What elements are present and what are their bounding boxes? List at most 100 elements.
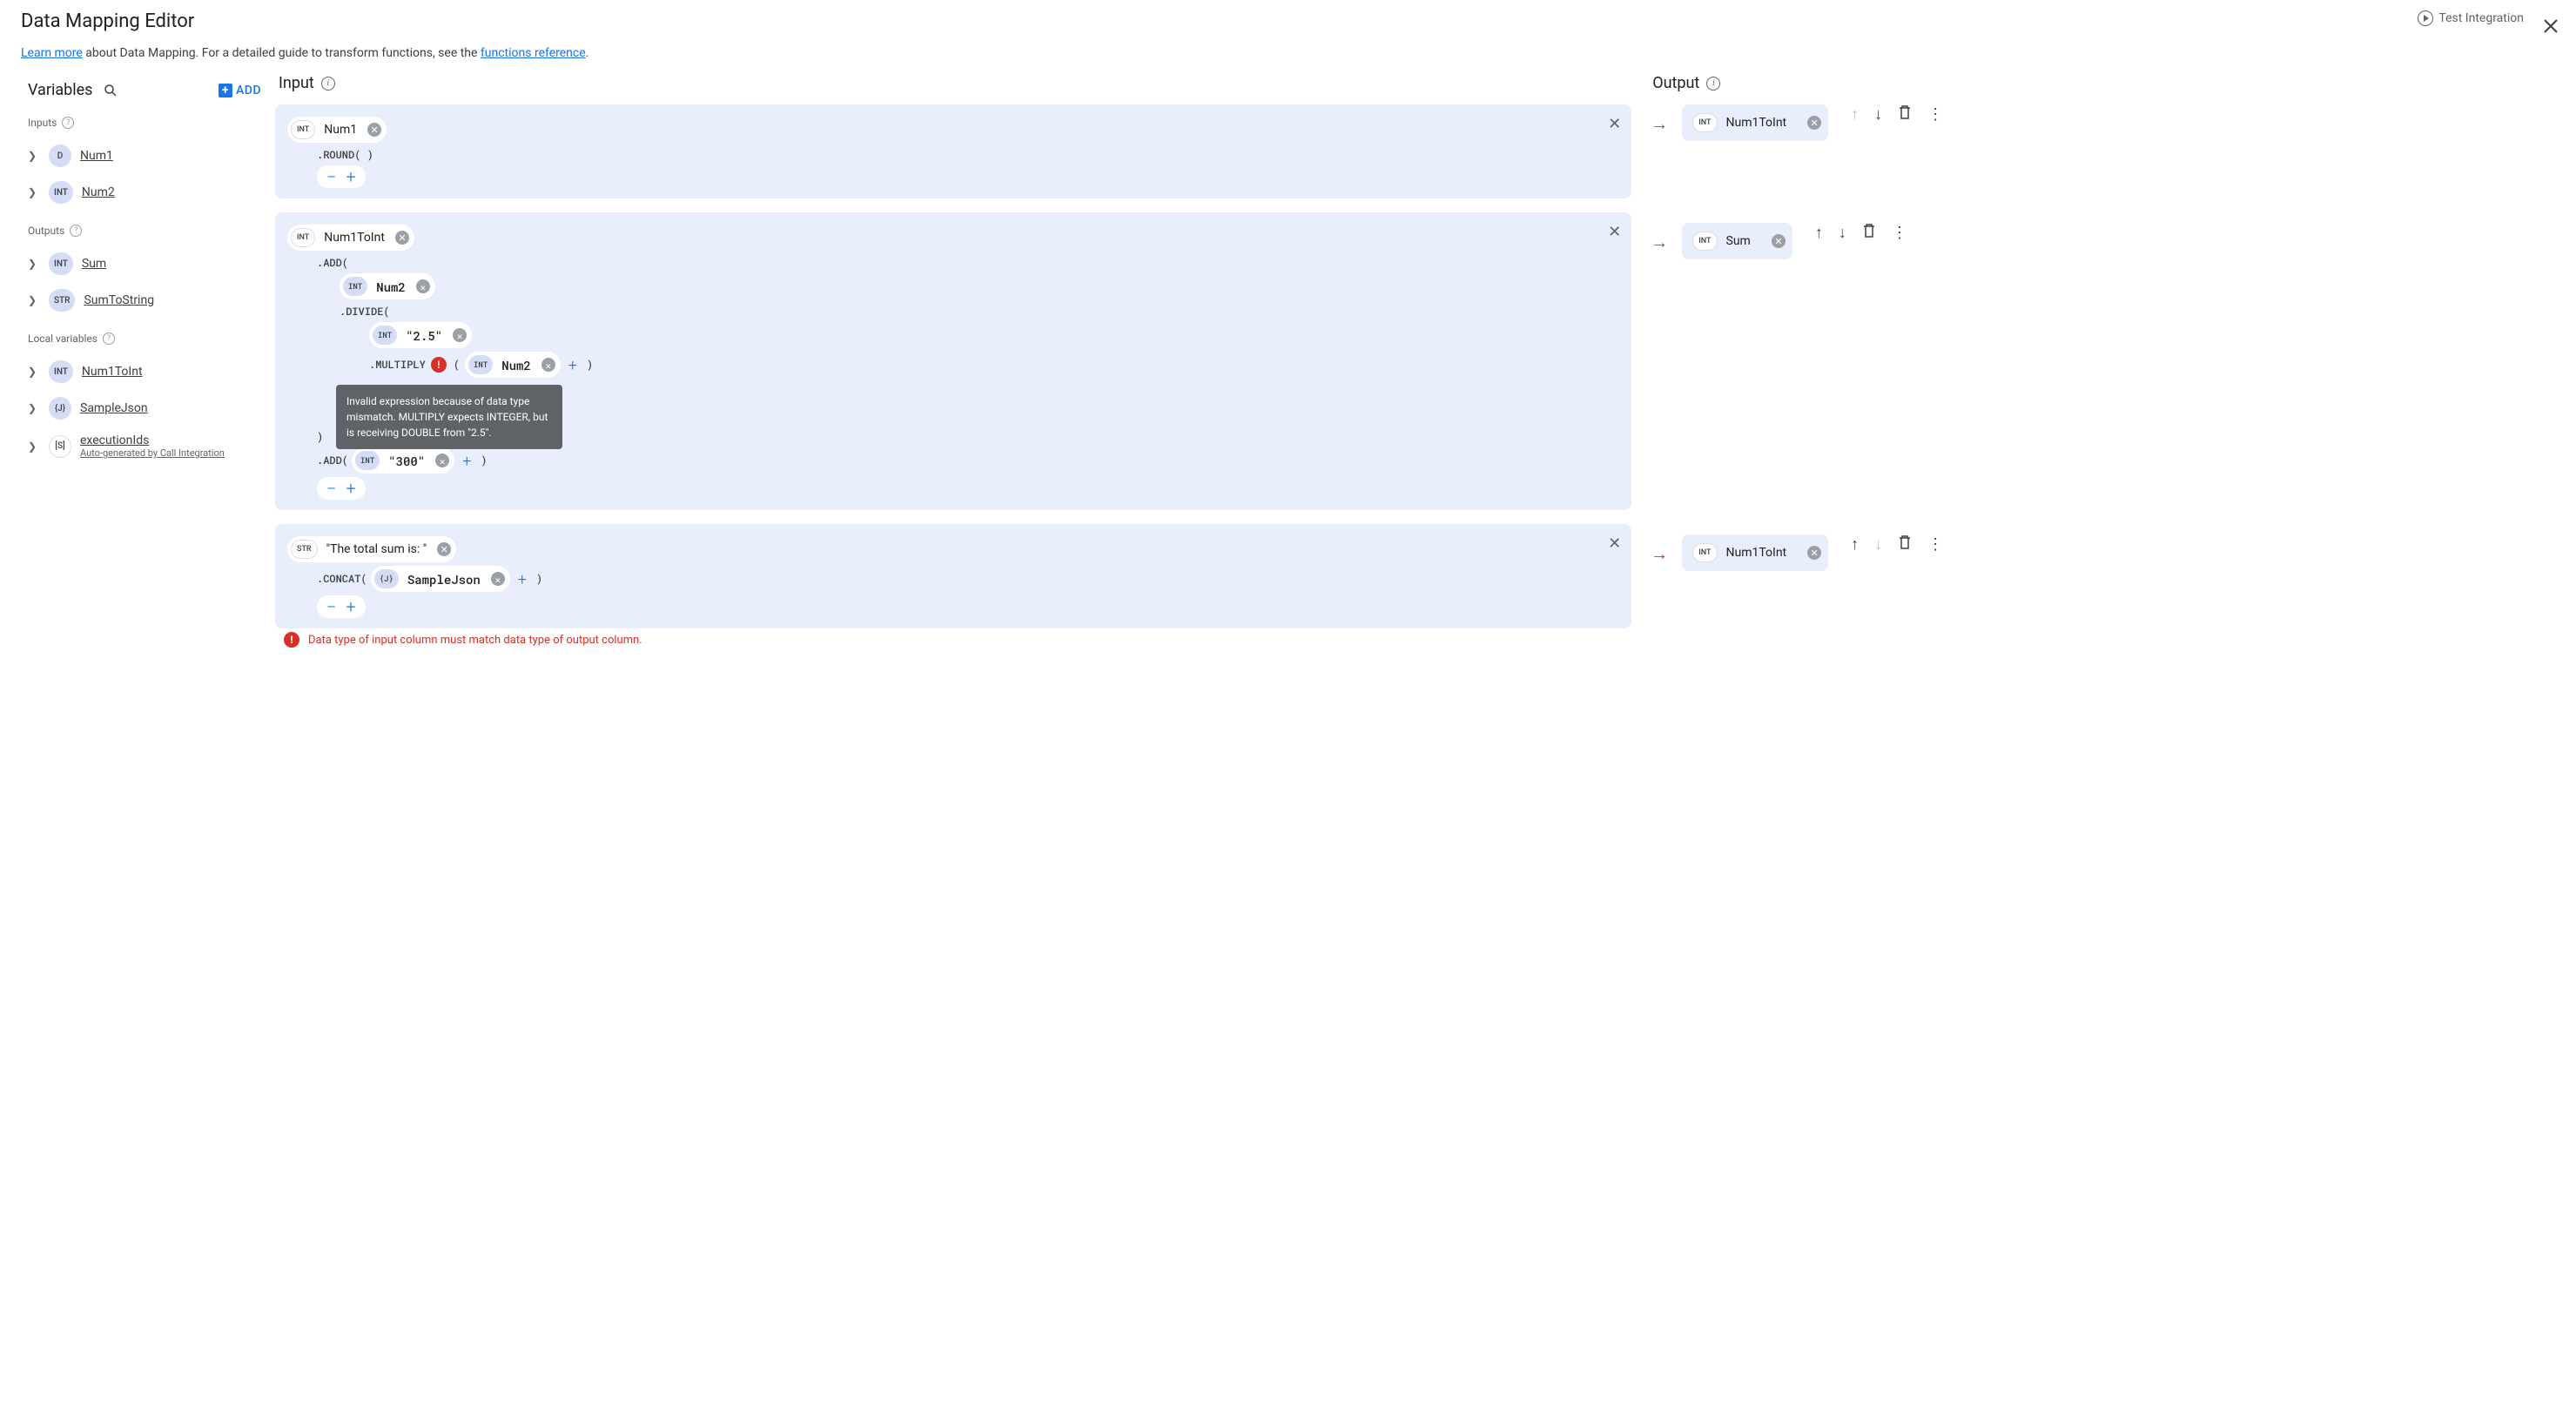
type-chip: STR (49, 289, 75, 312)
subheader-text-2: . (586, 46, 589, 60)
help-icon[interactable]: ? (62, 117, 74, 129)
delete-row-button[interactable] (1898, 534, 1912, 554)
outputs-section-label: Outputs ? (28, 225, 261, 237)
sidebar-item-sum[interactable]: ❯ INT Sum (28, 245, 261, 282)
pill-label: "2.5" (402, 327, 446, 344)
error-message-row: ! Data type of input column must match d… (275, 632, 1631, 648)
chevron-right-icon: ❯ (28, 440, 40, 453)
sidebar-item-num1toint[interactable]: ❯ INT Num1ToInt (28, 353, 261, 390)
variable-pill[interactable]: INT "2.5" ✕ (369, 322, 472, 348)
move-up-button[interactable]: ↑ (1815, 224, 1823, 242)
close-button[interactable] (2543, 17, 2559, 38)
type-chip: INT (49, 360, 73, 383)
chevron-right-icon: ❯ (28, 258, 40, 270)
learn-more-link[interactable]: Learn more (21, 46, 83, 60)
variable-pill[interactable]: INT Num1ToInt (1689, 540, 1795, 566)
remove-card-button[interactable]: ✕ (1608, 223, 1621, 241)
search-icon[interactable] (103, 83, 118, 98)
input-card-3: ✕ STR "The total sum is: " ✕ .CONCAT( {J… (275, 524, 1631, 628)
pill-label: Num2 (498, 357, 535, 373)
info-icon[interactable]: i (1706, 77, 1720, 91)
functions-reference-link[interactable]: functions reference (481, 46, 586, 60)
add-arg-button[interactable]: + (564, 356, 582, 373)
add-fn-button[interactable]: + (341, 597, 360, 616)
clear-output-button[interactable]: ✕ (1772, 234, 1786, 248)
type-chip: INT (291, 228, 315, 247)
info-icon[interactable]: i (321, 77, 335, 91)
remove-chip-button[interactable]: ✕ (367, 123, 381, 137)
pill-label: Sum (1723, 234, 1754, 248)
chevron-right-icon: ❯ (28, 186, 40, 198)
add-arg-button[interactable]: + (458, 452, 475, 469)
add-label: ADD (236, 84, 261, 97)
move-down-button[interactable]: ↓ (1874, 105, 1882, 124)
clear-output-button[interactable]: ✕ (1807, 116, 1821, 130)
pill-label: SampleJson (404, 571, 484, 588)
delete-row-button[interactable] (1898, 104, 1912, 124)
error-icon[interactable]: ! (431, 357, 447, 373)
move-up-button[interactable]: ↑ (1851, 105, 1859, 124)
clear-output-button[interactable]: ✕ (1807, 546, 1821, 560)
remove-chip-button[interactable]: ✕ (491, 572, 505, 586)
remove-chip-button[interactable]: ✕ (437, 542, 451, 556)
help-icon[interactable]: ? (70, 225, 82, 237)
var-name: executionIds (80, 433, 225, 447)
move-down-button[interactable]: ↓ (1874, 535, 1882, 554)
more-menu-button[interactable]: ⋮ (1927, 535, 1943, 554)
type-chip: INT (355, 451, 380, 470)
remove-chip-button[interactable]: ✕ (453, 328, 467, 342)
move-up-button[interactable]: ↑ (1851, 535, 1859, 554)
type-chip: INT (468, 355, 493, 374)
remove-chip-button[interactable]: ✕ (435, 454, 449, 467)
subheader-text-1: about Data Mapping. For a detailed guide… (83, 46, 481, 60)
delete-row-button[interactable] (1862, 223, 1876, 243)
sidebar-item-sumtostring[interactable]: ❯ STR SumToString (28, 282, 261, 319)
help-icon[interactable]: ? (103, 333, 115, 345)
variable-pill[interactable]: INT Num1 ✕ (287, 117, 387, 143)
add-fn-button[interactable]: + (341, 167, 360, 186)
remove-card-button[interactable]: ✕ (1608, 115, 1621, 133)
add-arg-button[interactable]: + (514, 570, 531, 588)
move-down-button[interactable]: ↓ (1839, 224, 1846, 242)
type-chip: INT (291, 120, 315, 139)
variable-pill[interactable]: INT Num2 ✕ (340, 273, 435, 299)
input-column-header: Input i (275, 74, 1631, 92)
variable-pill[interactable]: STR "The total sum is: " ✕ (287, 536, 456, 562)
close-paren: ) (479, 454, 488, 467)
variable-pill[interactable]: INT Num1ToInt (1689, 110, 1795, 136)
remove-fn-button[interactable]: − (322, 479, 341, 498)
row-controls: ↑ ↓ ⋮ (1840, 104, 1943, 124)
sidebar-item-samplejson[interactable]: ❯ {J} SampleJson (28, 390, 261, 427)
type-chip: STR (291, 540, 318, 559)
remove-chip-button[interactable]: ✕ (416, 279, 430, 293)
type-chip: [S] (49, 435, 71, 458)
var-name: Num1ToInt (82, 365, 143, 379)
add-fn-button[interactable]: + (341, 479, 360, 498)
sidebar-title: Variables (28, 81, 92, 99)
test-integration-button[interactable]: Test Integration (2418, 10, 2524, 26)
pill-label: "The total sum is: " (323, 542, 431, 556)
expression-line: .ADD( (287, 256, 1619, 270)
sidebar-item-num1[interactable]: ❯ D Num1 (28, 138, 261, 174)
remove-fn-button[interactable]: − (322, 167, 341, 186)
local-vars-section-label: Local variables ? (28, 333, 261, 345)
remove-card-button[interactable]: ✕ (1608, 534, 1621, 553)
sidebar-item-executionids[interactable]: ❯ [S] executionIds Auto-generated by Cal… (28, 427, 261, 466)
output-card-2: INT Sum ✕ (1682, 223, 1792, 259)
remove-chip-button[interactable]: ✕ (541, 358, 555, 372)
remove-fn-button[interactable]: − (322, 597, 341, 616)
variable-pill[interactable]: INT Num1ToInt ✕ (287, 225, 414, 251)
variable-pill[interactable]: INT "300" ✕ (352, 447, 454, 474)
variable-pill[interactable]: INT Sum (1689, 228, 1759, 254)
variable-pill[interactable]: {J} SampleJson ✕ (371, 566, 510, 592)
mapping-arrow-icon: → (1649, 223, 1670, 253)
mapping-arrow-icon: → (1649, 534, 1670, 565)
var-name: Sum (82, 257, 106, 271)
sidebar-item-num2[interactable]: ❯ INT Num2 (28, 174, 261, 211)
more-menu-button[interactable]: ⋮ (1927, 105, 1943, 124)
add-variable-button[interactable]: + ADD (219, 84, 261, 97)
variable-pill[interactable]: INT Num2 ✕ (465, 352, 561, 378)
more-menu-button[interactable]: ⋮ (1892, 224, 1907, 242)
chevron-right-icon: ❯ (28, 294, 40, 306)
remove-chip-button[interactable]: ✕ (395, 231, 409, 245)
